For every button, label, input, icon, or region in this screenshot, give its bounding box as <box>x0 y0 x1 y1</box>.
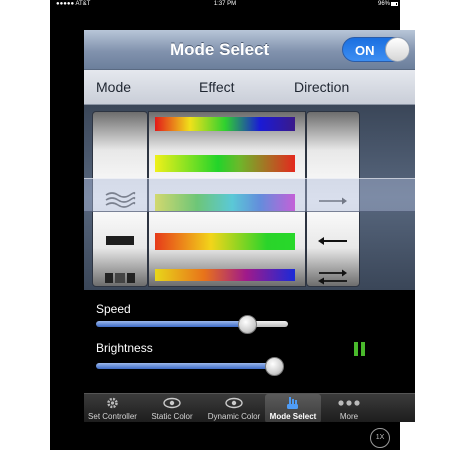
status-bar: ●●●●● AT&T 1:37 PM 96% <box>50 0 400 9</box>
tab-label: Set Controller <box>88 412 137 421</box>
more-dots-icon <box>338 400 360 406</box>
direction-item-blank[interactable] <box>307 112 359 152</box>
tab-label: More <box>339 412 359 421</box>
pause-icon[interactable] <box>353 342 367 356</box>
stripes-icon[interactable] <box>105 273 135 283</box>
tab-label: Mode Select <box>269 412 317 421</box>
app-screen: Mode Select ON Mode Effect Direction Spe… <box>84 30 415 422</box>
page-title: Mode Select <box>170 40 270 59</box>
brightness-slider-track[interactable] <box>96 363 274 369</box>
tab-label: Static Color <box>151 412 193 421</box>
gear-icon <box>107 397 118 409</box>
brightness-label: Brightness <box>96 341 153 355</box>
tab-mode-select[interactable]: Mode Select <box>265 394 321 422</box>
tab-label: Dynamic Color <box>207 412 261 421</box>
column-mode-label: Mode <box>96 79 132 95</box>
brightness-slider-thumb[interactable] <box>264 357 284 376</box>
zoom-badge[interactable]: 1X <box>370 428 390 448</box>
speed-slider-track[interactable] <box>96 321 247 327</box>
effect-option[interactable] <box>155 233 295 250</box>
hand-icon <box>287 397 298 409</box>
effect-option[interactable] <box>155 155 295 172</box>
column-header: Mode Effect Direction <box>84 70 415 105</box>
arrow-both-icon[interactable] <box>318 269 348 285</box>
column-effect-label: Effect <box>199 79 235 95</box>
eye-icon <box>225 397 243 409</box>
speed-slider-thumb[interactable] <box>237 315 257 334</box>
arrow-left-icon[interactable] <box>318 236 348 246</box>
eye-icon <box>163 397 181 409</box>
clock-label: 1:37 PM <box>213 1 237 7</box>
tab-bar: Set Controller Static Color Dynamic Colo… <box>84 393 415 422</box>
effect-option[interactable] <box>155 117 295 131</box>
effect-option[interactable] <box>155 269 295 281</box>
mode-picker[interactable] <box>84 105 415 290</box>
speed-label: Speed <box>96 302 131 316</box>
toggle-label: ON <box>355 43 375 58</box>
solid-bar-icon[interactable] <box>106 236 134 245</box>
battery-percent: 96% <box>377 1 390 7</box>
picker-selection-band <box>84 178 415 212</box>
mode-item-blank[interactable] <box>93 112 147 152</box>
power-toggle[interactable]: ON <box>342 37 410 62</box>
tab-dynamic-color[interactable]: Dynamic Color <box>203 394 265 422</box>
column-direction-label: Direction <box>294 79 350 95</box>
device-frame: ●●●●● AT&T 1:37 PM 96% Mode Select ON Mo… <box>50 0 415 450</box>
tab-set-controller[interactable]: Set Controller <box>84 394 141 422</box>
battery-icon <box>391 2 398 6</box>
title-bar: Mode Select ON <box>84 30 415 70</box>
toggle-knob[interactable] <box>385 37 410 62</box>
tab-static-color[interactable]: Static Color <box>141 394 203 422</box>
tab-more[interactable]: More <box>321 394 377 422</box>
